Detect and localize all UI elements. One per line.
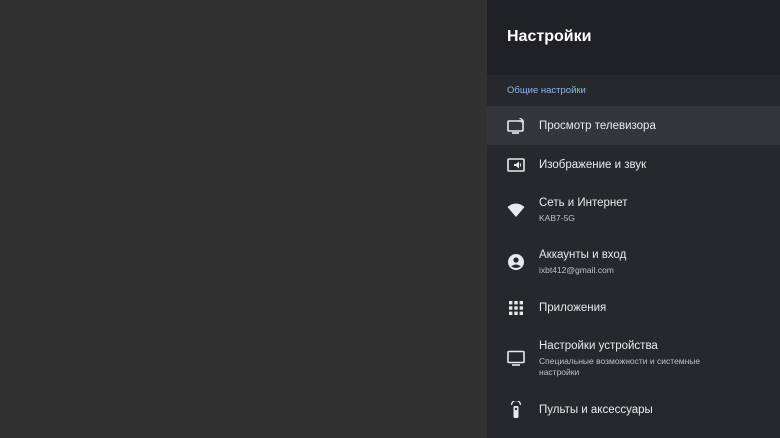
item-label: Приложения — [539, 302, 607, 314]
item-label: Просмотр телевизора — [539, 119, 656, 132]
item-subtitle: ixbt412@gmail.com — [539, 264, 614, 275]
item-label: Сеть и Интернет — [539, 196, 628, 209]
settings-item-device[interactable]: Настройки устройства Специальные возможн… — [487, 328, 780, 388]
settings-item-apps[interactable]: Приложения — [487, 288, 780, 328]
panel-title: Настройки — [507, 27, 592, 45]
apps-grid-icon — [507, 299, 525, 317]
item-label: Изображение и звук — [539, 158, 647, 171]
monitor-icon — [507, 349, 525, 367]
picture-sound-icon — [507, 156, 525, 174]
settings-header: Настройки — [487, 0, 780, 75]
remote-icon — [507, 401, 525, 419]
item-subtitle: KAB7-5G — [539, 212, 575, 223]
settings-panel: Настройки Общие настройки Просмотр телев… — [487, 0, 780, 438]
item-label: Пульты и аксессуары — [539, 404, 653, 416]
settings-item-remotes[interactable]: Пульты и аксессуары — [487, 388, 780, 432]
section-label-general: Общие настройки — [507, 85, 586, 96]
settings-item-accounts[interactable]: Аккаунты и вход ixbt412@gmail.com — [487, 235, 780, 288]
item-subtitle: Специальные возможности и системные наст… — [539, 355, 701, 377]
tv-input-icon — [507, 117, 525, 135]
settings-item-network[interactable]: Сеть и Интернет KAB7-5G — [487, 184, 780, 235]
dimmed-background — [0, 0, 487, 438]
account-icon — [507, 253, 525, 271]
tv-settings-screen: Настройки Общие настройки Просмотр телев… — [0, 0, 780, 438]
wifi-icon — [507, 201, 525, 219]
settings-item-picture-sound[interactable]: Изображение и звук — [487, 145, 780, 184]
item-label: Настройки устройства — [539, 339, 658, 352]
settings-item-tv-viewing[interactable]: Просмотр телевизора — [487, 106, 780, 145]
item-label: Аккаунты и вход — [539, 248, 627, 261]
